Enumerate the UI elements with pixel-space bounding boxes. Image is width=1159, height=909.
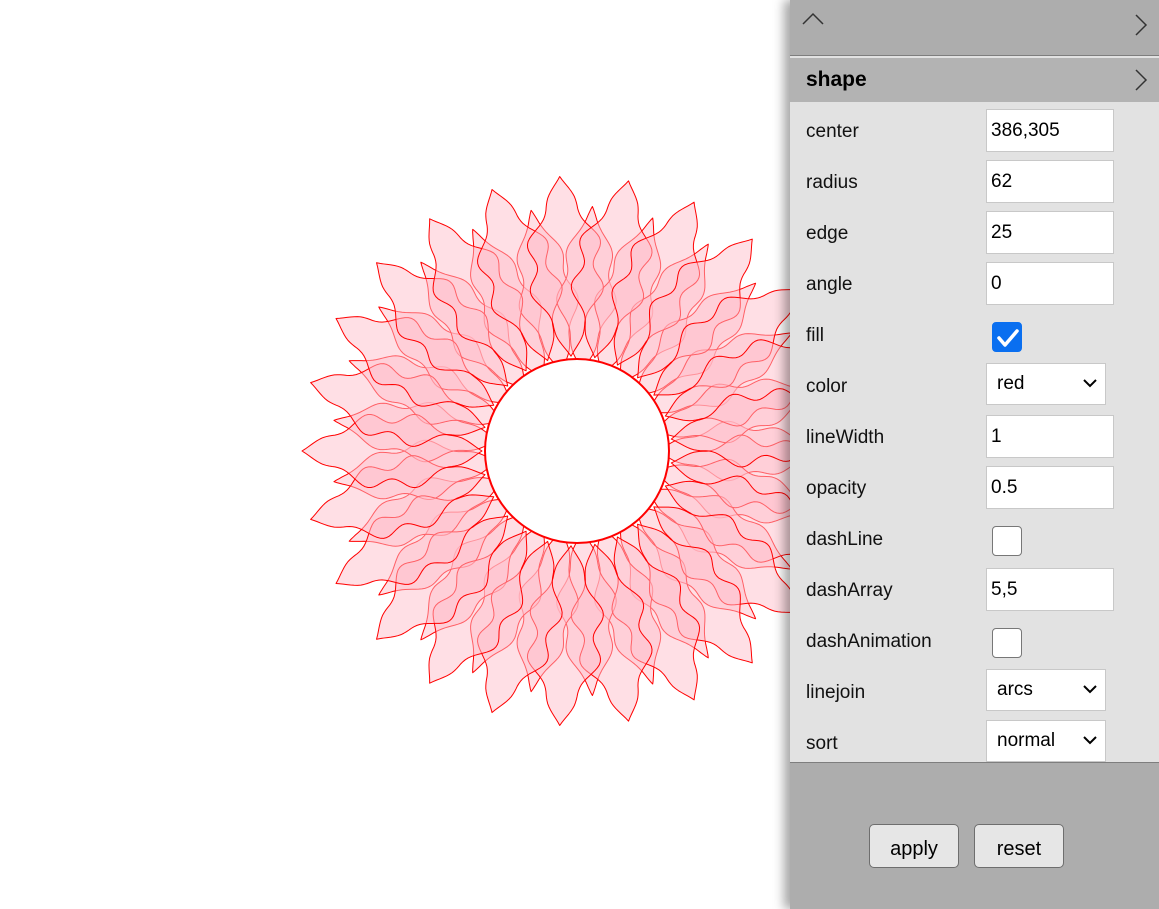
row-dashline: dashLine (790, 516, 1159, 567)
fill-checkbox[interactable] (992, 322, 1022, 352)
chevron-up-icon[interactable] (802, 12, 824, 26)
apply-button[interactable]: apply (869, 824, 959, 868)
dashanimation-checkbox[interactable] (992, 628, 1022, 658)
checkmark-icon (997, 329, 1019, 347)
angle-label: angle (806, 274, 853, 295)
edge-label: edge (806, 223, 849, 244)
sort-select[interactable]: normal (986, 720, 1106, 762)
dashline-checkbox[interactable] (992, 526, 1022, 556)
chevron-down-icon (1083, 736, 1097, 745)
dasharray-label: dashArray (806, 580, 893, 601)
row-radius: radius (790, 159, 1159, 210)
color-label: color (806, 376, 848, 397)
dashanimation-label: dashAnimation (806, 631, 932, 652)
settings-panel: shape center radius edge angle fill colo… (790, 0, 1159, 909)
row-opacity: opacity (790, 465, 1159, 516)
row-linejoin: linejoin arcs (790, 669, 1159, 720)
chevron-down-icon (1083, 685, 1097, 694)
opacity-label: opacity (806, 478, 867, 499)
row-fill: fill (790, 312, 1159, 363)
shape-section-header[interactable]: shape (790, 58, 1159, 102)
center-label: center (806, 121, 859, 142)
row-dashanimation: dashAnimation (790, 618, 1159, 669)
opacity-input[interactable] (986, 466, 1114, 509)
edge-input[interactable] (986, 211, 1114, 254)
color-select-value: red (997, 373, 1025, 394)
row-dasharray: dashArray (790, 567, 1159, 618)
sort-label: sort (806, 733, 838, 754)
angle-input[interactable] (986, 262, 1114, 305)
row-color: color red (790, 363, 1159, 414)
section-title: shape (806, 68, 867, 91)
row-center: center (790, 108, 1159, 159)
chevron-right-icon[interactable] (1134, 69, 1148, 91)
panel-toolbar (790, 0, 1159, 56)
color-select[interactable]: red (986, 363, 1106, 405)
reset-button[interactable]: reset (974, 824, 1064, 868)
row-linewidth: lineWidth (790, 414, 1159, 465)
chevron-down-icon (1083, 379, 1097, 388)
dasharray-input[interactable] (986, 568, 1114, 611)
linejoin-select[interactable]: arcs (986, 669, 1106, 711)
linejoin-label: linejoin (806, 682, 866, 703)
linewidth-label: lineWidth (806, 427, 885, 448)
linewidth-input[interactable] (986, 415, 1114, 458)
center-input[interactable] (986, 109, 1114, 152)
dashline-label: dashLine (806, 529, 884, 550)
radius-label: radius (806, 172, 858, 193)
inner-ring (484, 358, 670, 544)
row-edge: edge (790, 210, 1159, 261)
sort-select-value: normal (997, 730, 1056, 751)
linejoin-select-value: arcs (997, 679, 1033, 700)
radius-input[interactable] (986, 160, 1114, 203)
row-angle: angle (790, 261, 1159, 312)
panel-footer: apply reset (790, 762, 1159, 909)
fill-label: fill (806, 325, 824, 346)
chevron-right-icon[interactable] (1134, 14, 1148, 36)
